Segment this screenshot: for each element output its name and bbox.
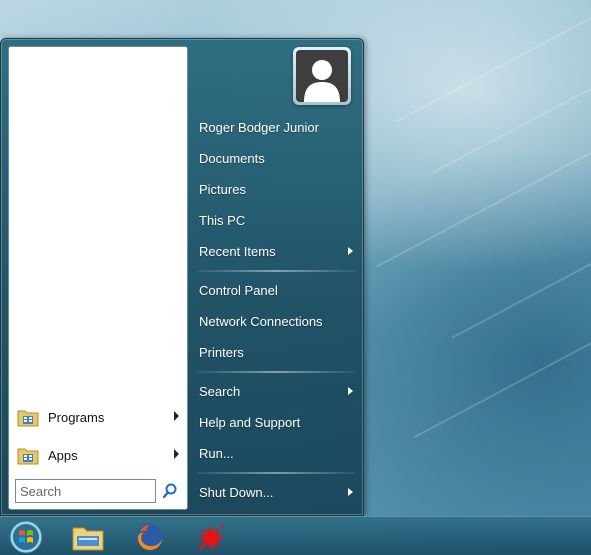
file-explorer-icon [72, 527, 104, 551]
chevron-right-icon [174, 449, 179, 459]
recent-items-link[interactable]: Recent Items [199, 238, 357, 266]
menu-separator [197, 270, 355, 272]
user-name-label: Roger Bodger Junior [199, 120, 319, 135]
splat-app-taskbar-button[interactable] [190, 520, 230, 554]
chevron-right-icon [348, 488, 353, 496]
folder-icon [17, 410, 39, 427]
chevron-right-icon [348, 247, 353, 255]
run-label: Run... [199, 446, 234, 461]
run-link[interactable]: Run... [199, 440, 357, 468]
this-pc-link[interactable]: This PC [199, 207, 357, 235]
chevron-right-icon [348, 387, 353, 395]
user-avatar-icon [304, 60, 340, 102]
user-name-link[interactable]: Roger Bodger Junior [199, 114, 357, 142]
search-label: Search [199, 384, 241, 399]
recent-items-label: Recent Items [199, 244, 276, 259]
network-connections-link[interactable]: Network Connections [199, 308, 357, 336]
programs-menu-item[interactable]: Programs [17, 402, 183, 432]
menu-separator [197, 472, 355, 474]
control-panel-link[interactable]: Control Panel [199, 277, 357, 305]
file-explorer-taskbar-button[interactable] [68, 520, 108, 554]
red-splat-app-icon [197, 524, 225, 551]
printers-label: Printers [199, 345, 244, 360]
pictures-link[interactable]: Pictures [199, 176, 357, 204]
documents-link[interactable]: Documents [199, 145, 357, 173]
apps-label: Apps [48, 447, 78, 463]
user-avatar[interactable] [293, 47, 351, 105]
pictures-label: Pictures [199, 182, 246, 197]
firefox-icon [137, 524, 163, 551]
start-menu: Programs Apps Roger Bo [0, 38, 364, 516]
help-and-support-link[interactable]: Help and Support [199, 409, 357, 437]
search-link[interactable]: Search [199, 378, 357, 406]
search-icon[interactable] [161, 481, 179, 501]
shut-down-button[interactable]: Shut Down... [199, 479, 357, 507]
help-and-support-label: Help and Support [199, 415, 301, 430]
this-pc-label: This PC [199, 213, 246, 228]
menu-separator [197, 371, 355, 373]
documents-label: Documents [199, 151, 265, 166]
search-input[interactable] [15, 479, 156, 503]
start-button[interactable] [6, 520, 46, 554]
network-connections-label: Network Connections [199, 314, 323, 329]
chevron-right-icon [174, 411, 179, 421]
printers-link[interactable]: Printers [199, 339, 357, 367]
programs-label: Programs [48, 409, 105, 425]
programs-pane: Programs Apps [8, 46, 188, 510]
taskbar [0, 516, 591, 555]
apps-menu-item[interactable]: Apps [17, 440, 183, 470]
control-panel-label: Control Panel [199, 283, 278, 298]
start-orb-icon [9, 520, 43, 554]
folder-icon [17, 448, 39, 465]
shut-down-label: Shut Down... [199, 485, 274, 500]
firefox-taskbar-button[interactable] [130, 520, 170, 554]
